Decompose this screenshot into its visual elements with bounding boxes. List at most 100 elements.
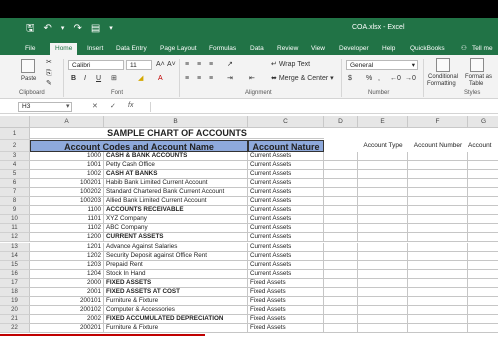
cell-empty[interactable]	[358, 296, 408, 306]
cell-account-name[interactable]: Petty Cash Office	[104, 161, 248, 171]
tab-review[interactable]: Review	[277, 43, 298, 55]
column-header-e[interactable]: E	[358, 116, 408, 128]
column-header-b[interactable]: B	[104, 116, 248, 128]
cell-empty[interactable]	[324, 170, 358, 180]
header-account[interactable]: Account	[468, 140, 498, 152]
paste-icon[interactable]	[21, 59, 35, 73]
cell-account-name[interactable]: Computer & Accessories	[104, 305, 248, 315]
indent-icon[interactable]: ⇥	[227, 74, 233, 83]
align-bottom-icon[interactable]: ≡	[209, 60, 213, 69]
cell-empty[interactable]	[358, 314, 408, 324]
tab-home[interactable]: Home	[50, 43, 78, 55]
cell-empty[interactable]	[468, 179, 498, 189]
cell-account-code[interactable]: 1202	[30, 251, 104, 261]
cell-empty[interactable]	[324, 152, 358, 161]
tab-formulas[interactable]: Formulas	[209, 43, 236, 55]
cell-account-nature[interactable]: Current Assets	[248, 269, 324, 279]
cell-empty[interactable]	[358, 242, 408, 252]
cell-empty[interactable]	[408, 179, 468, 189]
row-header-1[interactable]: 1	[0, 128, 30, 140]
cell-account-code[interactable]: 1201	[30, 242, 104, 252]
cell-account-nature[interactable]: Current Assets	[248, 179, 324, 189]
cell-account-code[interactable]: 1101	[30, 215, 104, 225]
cell-account-nature[interactable]: Current Assets	[248, 188, 324, 198]
increase-decimal-icon[interactable]: ←0	[390, 74, 401, 83]
row-header-14[interactable]: 14	[0, 251, 30, 261]
cell-empty[interactable]	[468, 252, 498, 261]
header-account-type[interactable]: Account Type	[358, 140, 408, 152]
tab-help[interactable]: Help	[382, 43, 395, 55]
cell-account-code[interactable]: 200201	[30, 323, 104, 333]
cell-empty[interactable]	[408, 170, 468, 180]
cell-empty[interactable]	[324, 269, 358, 279]
cell-account-code[interactable]: 100202	[30, 188, 104, 198]
italic-button[interactable]: I	[84, 74, 86, 83]
cell-empty[interactable]	[468, 197, 498, 207]
row-header-12[interactable]: 12	[0, 233, 30, 243]
dropdown-icon[interactable]: ▾	[61, 23, 65, 35]
copy-icon[interactable]: ⎘	[46, 69, 52, 78]
cell-empty[interactable]	[324, 305, 358, 315]
cell-empty[interactable]	[468, 206, 498, 216]
decrease-decimal-icon[interactable]: →0	[405, 74, 416, 83]
cell-empty[interactable]	[408, 215, 468, 225]
cell-empty[interactable]	[468, 288, 498, 297]
cell-account-name[interactable]: Security Deposit against Office Rent	[104, 251, 248, 261]
row-header-21[interactable]: 21	[0, 314, 30, 324]
cell-empty[interactable]	[408, 224, 468, 234]
cell-empty[interactable]	[358, 215, 408, 225]
cell-account-code[interactable]: 2000	[30, 278, 104, 288]
tab-tell-me[interactable]: Tell me	[472, 43, 493, 55]
cell-empty[interactable]	[468, 215, 498, 225]
cell-empty[interactable]	[324, 161, 358, 171]
grow-font-icon[interactable]: A˄	[156, 60, 165, 69]
cell-empty[interactable]	[408, 152, 468, 161]
cell-account-name[interactable]: XYZ Company	[104, 215, 248, 225]
formula-input[interactable]	[150, 102, 498, 112]
cell-empty[interactable]	[358, 260, 408, 270]
cell-empty[interactable]	[324, 233, 358, 243]
cell-empty[interactable]	[468, 279, 498, 288]
cell-empty[interactable]	[408, 251, 468, 261]
cell-account-nature[interactable]: Current Assets	[248, 170, 324, 180]
cell-account-name[interactable]: CURRENT ASSETS	[104, 233, 248, 243]
spreadsheet-grid[interactable]: SAMPLE CHART OF ACCOUNTS Account Codes a…	[0, 116, 498, 337]
cell-account-code[interactable]: 1203	[30, 260, 104, 270]
row-header-22[interactable]: 22	[0, 323, 30, 333]
cell-account-nature[interactable]: Current Assets	[248, 152, 324, 161]
cell-empty[interactable]	[408, 314, 468, 324]
cell-empty[interactable]	[324, 242, 358, 252]
cell-empty[interactable]	[468, 243, 498, 252]
cell-account-name[interactable]: Furniture & Fixture	[104, 323, 248, 333]
cell-account-nature[interactable]: Current Assets	[248, 242, 324, 252]
cell-empty[interactable]	[324, 197, 358, 207]
fill-color-icon[interactable]: ◢	[138, 74, 143, 83]
tab-view[interactable]: View	[311, 43, 325, 55]
cell-empty[interactable]	[358, 278, 408, 288]
row-header-9[interactable]: 9	[0, 206, 30, 216]
cell-empty[interactable]	[358, 206, 408, 216]
cell-account-name[interactable]: Allied Bank Limited Current Account	[104, 197, 248, 207]
cell-empty[interactable]	[408, 197, 468, 207]
conditional-formatting-icon[interactable]	[436, 58, 450, 72]
header-account-nature[interactable]: Account Nature	[248, 140, 324, 152]
cell-account-nature[interactable]: Current Assets	[248, 197, 324, 207]
number-format-select[interactable]: General ▾	[346, 60, 418, 70]
cell-empty[interactable]	[468, 315, 498, 324]
conditional-formatting-label-1[interactable]: Conditional	[428, 74, 458, 80]
row-header-5[interactable]: 5	[0, 170, 30, 180]
column-header-d[interactable]: D	[324, 116, 358, 128]
cell-empty[interactable]	[324, 314, 358, 324]
row-header-7[interactable]: 7	[0, 188, 30, 198]
row-header-4[interactable]: 4	[0, 161, 30, 171]
column-header-c[interactable]: C	[248, 116, 324, 128]
cell-empty[interactable]	[358, 161, 408, 171]
cell-empty[interactable]	[468, 297, 498, 306]
cell-account-code[interactable]: 100201	[30, 179, 104, 189]
cell-empty[interactable]	[324, 296, 358, 306]
align-right-icon[interactable]: ≡	[209, 74, 213, 83]
cell-account-name[interactable]: Stock In Hand	[104, 269, 248, 279]
cell-account-code[interactable]: 2001	[30, 287, 104, 297]
column-header-f[interactable]: F	[408, 116, 468, 128]
column-header-g[interactable]: G	[468, 116, 498, 128]
